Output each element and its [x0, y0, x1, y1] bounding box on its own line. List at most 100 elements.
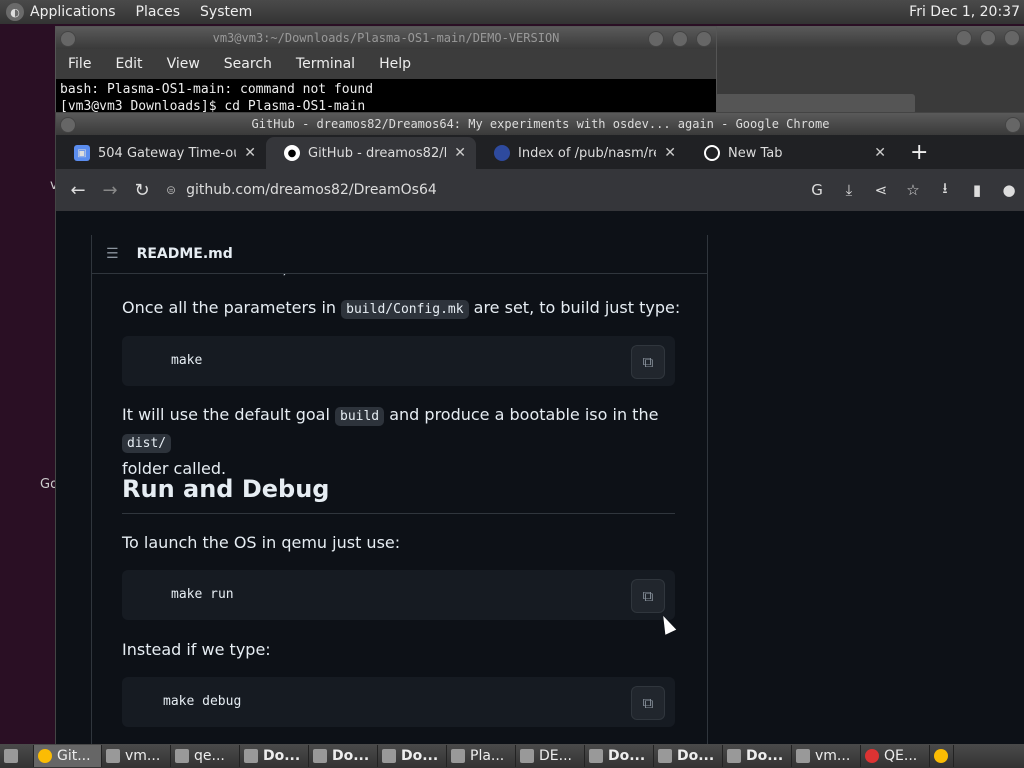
- minimize-icon[interactable]: [648, 31, 664, 47]
- taskbar-item[interactable]: DE...: [516, 745, 585, 767]
- clock[interactable]: Fri Dec 1, 20:37: [909, 4, 1020, 20]
- background-window[interactable]: [715, 26, 1024, 116]
- taskbar-item[interactable]: Git...: [34, 745, 102, 767]
- terminal-line: bash: Plasma-OS1-main: command not found: [60, 82, 374, 97]
- paragraph: Once all the parameters in build/Config.…: [122, 298, 681, 319]
- page-content[interactable]: ☰ README.md with framebuffer off). Once …: [56, 235, 1024, 745]
- chrome-icon: [38, 749, 52, 763]
- menu-file[interactable]: File: [68, 56, 91, 72]
- heading-divider: [122, 513, 675, 514]
- tab-github[interactable]: ● GitHub - dreamos82/Drea ✕: [266, 137, 476, 169]
- address-bar[interactable]: ⊜ github.com/dreamos82/DreamOs64: [166, 175, 806, 205]
- copy-icon[interactable]: ⧉: [631, 345, 665, 379]
- tab-strip: ▣ 504 Gateway Time-out ✕ ● GitHub - drea…: [56, 135, 1024, 169]
- applications-menu[interactable]: Applications: [30, 4, 116, 20]
- places-menu[interactable]: Places: [136, 4, 181, 20]
- terminal-menubar: File Edit View Search Terminal Help: [56, 49, 716, 79]
- gnome-foot-icon[interactable]: ◐: [6, 3, 24, 21]
- tab-nasm-index[interactable]: Index of /pub/nasm/releas ✕: [476, 137, 686, 169]
- desktop-icon: [4, 749, 18, 763]
- maximize-icon[interactable]: [672, 31, 688, 47]
- folder-icon: [382, 749, 396, 763]
- close-icon[interactable]: [1005, 117, 1021, 133]
- bottom-taskbar: Git... vm... qe... Do... Do... Do... Pla…: [0, 744, 1024, 768]
- side-panel-icon[interactable]: ▮: [961, 181, 993, 199]
- tab-gateway-timeout[interactable]: ▣ 504 Gateway Time-out ✕: [56, 137, 266, 169]
- taskbar-item[interactable]: Do...: [654, 745, 723, 767]
- menu-help[interactable]: Help: [379, 56, 411, 72]
- copy-icon[interactable]: ⧉: [631, 579, 665, 613]
- taskbar-item[interactable]: QE...: [861, 745, 930, 767]
- close-icon[interactable]: [696, 31, 712, 47]
- code-text: make debug: [163, 694, 242, 709]
- inline-code: build/Config.mk: [341, 300, 469, 319]
- close-tab-icon[interactable]: ✕: [874, 145, 886, 161]
- readme-panel: ☰ README.md with framebuffer off). Once …: [91, 235, 708, 745]
- menu-edit[interactable]: Edit: [115, 56, 142, 72]
- forward-button[interactable]: →: [94, 180, 126, 201]
- window-menu-icon[interactable]: [60, 31, 76, 47]
- tab-new-tab[interactable]: New Tab ✕: [686, 137, 896, 169]
- list-icon[interactable]: ☰: [106, 246, 119, 262]
- close-icon[interactable]: [1004, 30, 1020, 46]
- taskbar-item[interactable]: qe...: [171, 745, 240, 767]
- nested-window-titlebar: [715, 94, 915, 114]
- terminal-window[interactable]: vm3@vm3:~/Downloads/Plasma-OS1-main/DEMO…: [55, 26, 717, 118]
- google-icon[interactable]: G: [801, 181, 833, 199]
- nasm-icon: [494, 145, 510, 161]
- minimize-icon[interactable]: [956, 30, 972, 46]
- qemu-icon: [175, 749, 189, 763]
- terminal-icon: [796, 749, 810, 763]
- taskbar-item[interactable]: Do...: [378, 745, 447, 767]
- taskbar-item[interactable]: [930, 745, 954, 767]
- window-menu-icon[interactable]: [60, 117, 76, 133]
- taskbar-item[interactable]: Do...: [723, 745, 792, 767]
- share-icon[interactable]: ⋖: [865, 181, 897, 199]
- menu-view[interactable]: View: [167, 56, 200, 72]
- terminal-titlebar[interactable]: vm3@vm3:~/Downloads/Plasma-OS1-main/DEMO…: [56, 27, 716, 49]
- section-heading: Run and Debug: [122, 475, 330, 503]
- folder-icon: [589, 749, 603, 763]
- github-icon: ●: [284, 145, 300, 161]
- folder-icon: [313, 749, 327, 763]
- close-tab-icon[interactable]: ✕: [664, 145, 676, 161]
- show-desktop-button[interactable]: [0, 745, 34, 767]
- top-panel: ◐ Applications Places System Fri Dec 1, …: [0, 0, 1024, 24]
- window-titlebar[interactable]: [715, 26, 1024, 48]
- code-block: make debug ⧉: [122, 677, 675, 727]
- taskbar-item[interactable]: Do...: [240, 745, 309, 767]
- taskbar-item[interactable]: vm...: [792, 745, 861, 767]
- taskbar-item[interactable]: Do...: [585, 745, 654, 767]
- terminal-title: vm3@vm3:~/Downloads/Plasma-OS1-main/DEMO…: [212, 31, 560, 45]
- menu-terminal[interactable]: Terminal: [296, 56, 355, 72]
- menu-search[interactable]: Search: [224, 56, 272, 72]
- browser-toolbar: ← → ↻ ⊜ github.com/dreamos82/DreamOs64 G…: [56, 169, 1024, 211]
- chrome-titlebar[interactable]: GitHub - dreamos82/Dreamos64: My experim…: [56, 113, 1024, 135]
- tune-icon[interactable]: ⊜: [166, 183, 176, 197]
- system-menu[interactable]: System: [200, 4, 252, 20]
- folder-icon: [727, 749, 741, 763]
- taskbar-item[interactable]: vm...: [102, 745, 171, 767]
- chrome-title: GitHub - dreamos82/Dreamos64: My experim…: [251, 117, 830, 131]
- readme-filename: README.md: [136, 246, 233, 262]
- chrome-window[interactable]: GitHub - dreamos82/Dreamos64: My experim…: [55, 112, 1024, 746]
- taskbar-item[interactable]: Do...: [309, 745, 378, 767]
- close-tab-icon[interactable]: ✕: [454, 145, 466, 161]
- install-app-icon[interactable]: ⤓: [833, 181, 865, 199]
- paragraph: It will use the default goal build and p…: [122, 405, 659, 478]
- terminal-icon: [106, 749, 120, 763]
- profile-icon[interactable]: ●: [993, 181, 1024, 199]
- maximize-icon[interactable]: [980, 30, 996, 46]
- back-button[interactable]: ←: [62, 180, 94, 201]
- reload-button[interactable]: ↻: [126, 180, 158, 201]
- close-tab-icon[interactable]: ✕: [244, 145, 256, 161]
- new-tab-button[interactable]: +: [910, 140, 928, 165]
- bookmark-star-icon[interactable]: ☆: [897, 181, 929, 199]
- window-icon: ▣: [74, 145, 90, 161]
- folder-icon: [244, 749, 258, 763]
- code-text: make run: [171, 587, 234, 602]
- taskbar-item[interactable]: Pla...: [447, 745, 516, 767]
- folder-icon: [658, 749, 672, 763]
- downloads-icon[interactable]: ⭳: [929, 178, 961, 203]
- copy-icon[interactable]: ⧉: [631, 686, 665, 720]
